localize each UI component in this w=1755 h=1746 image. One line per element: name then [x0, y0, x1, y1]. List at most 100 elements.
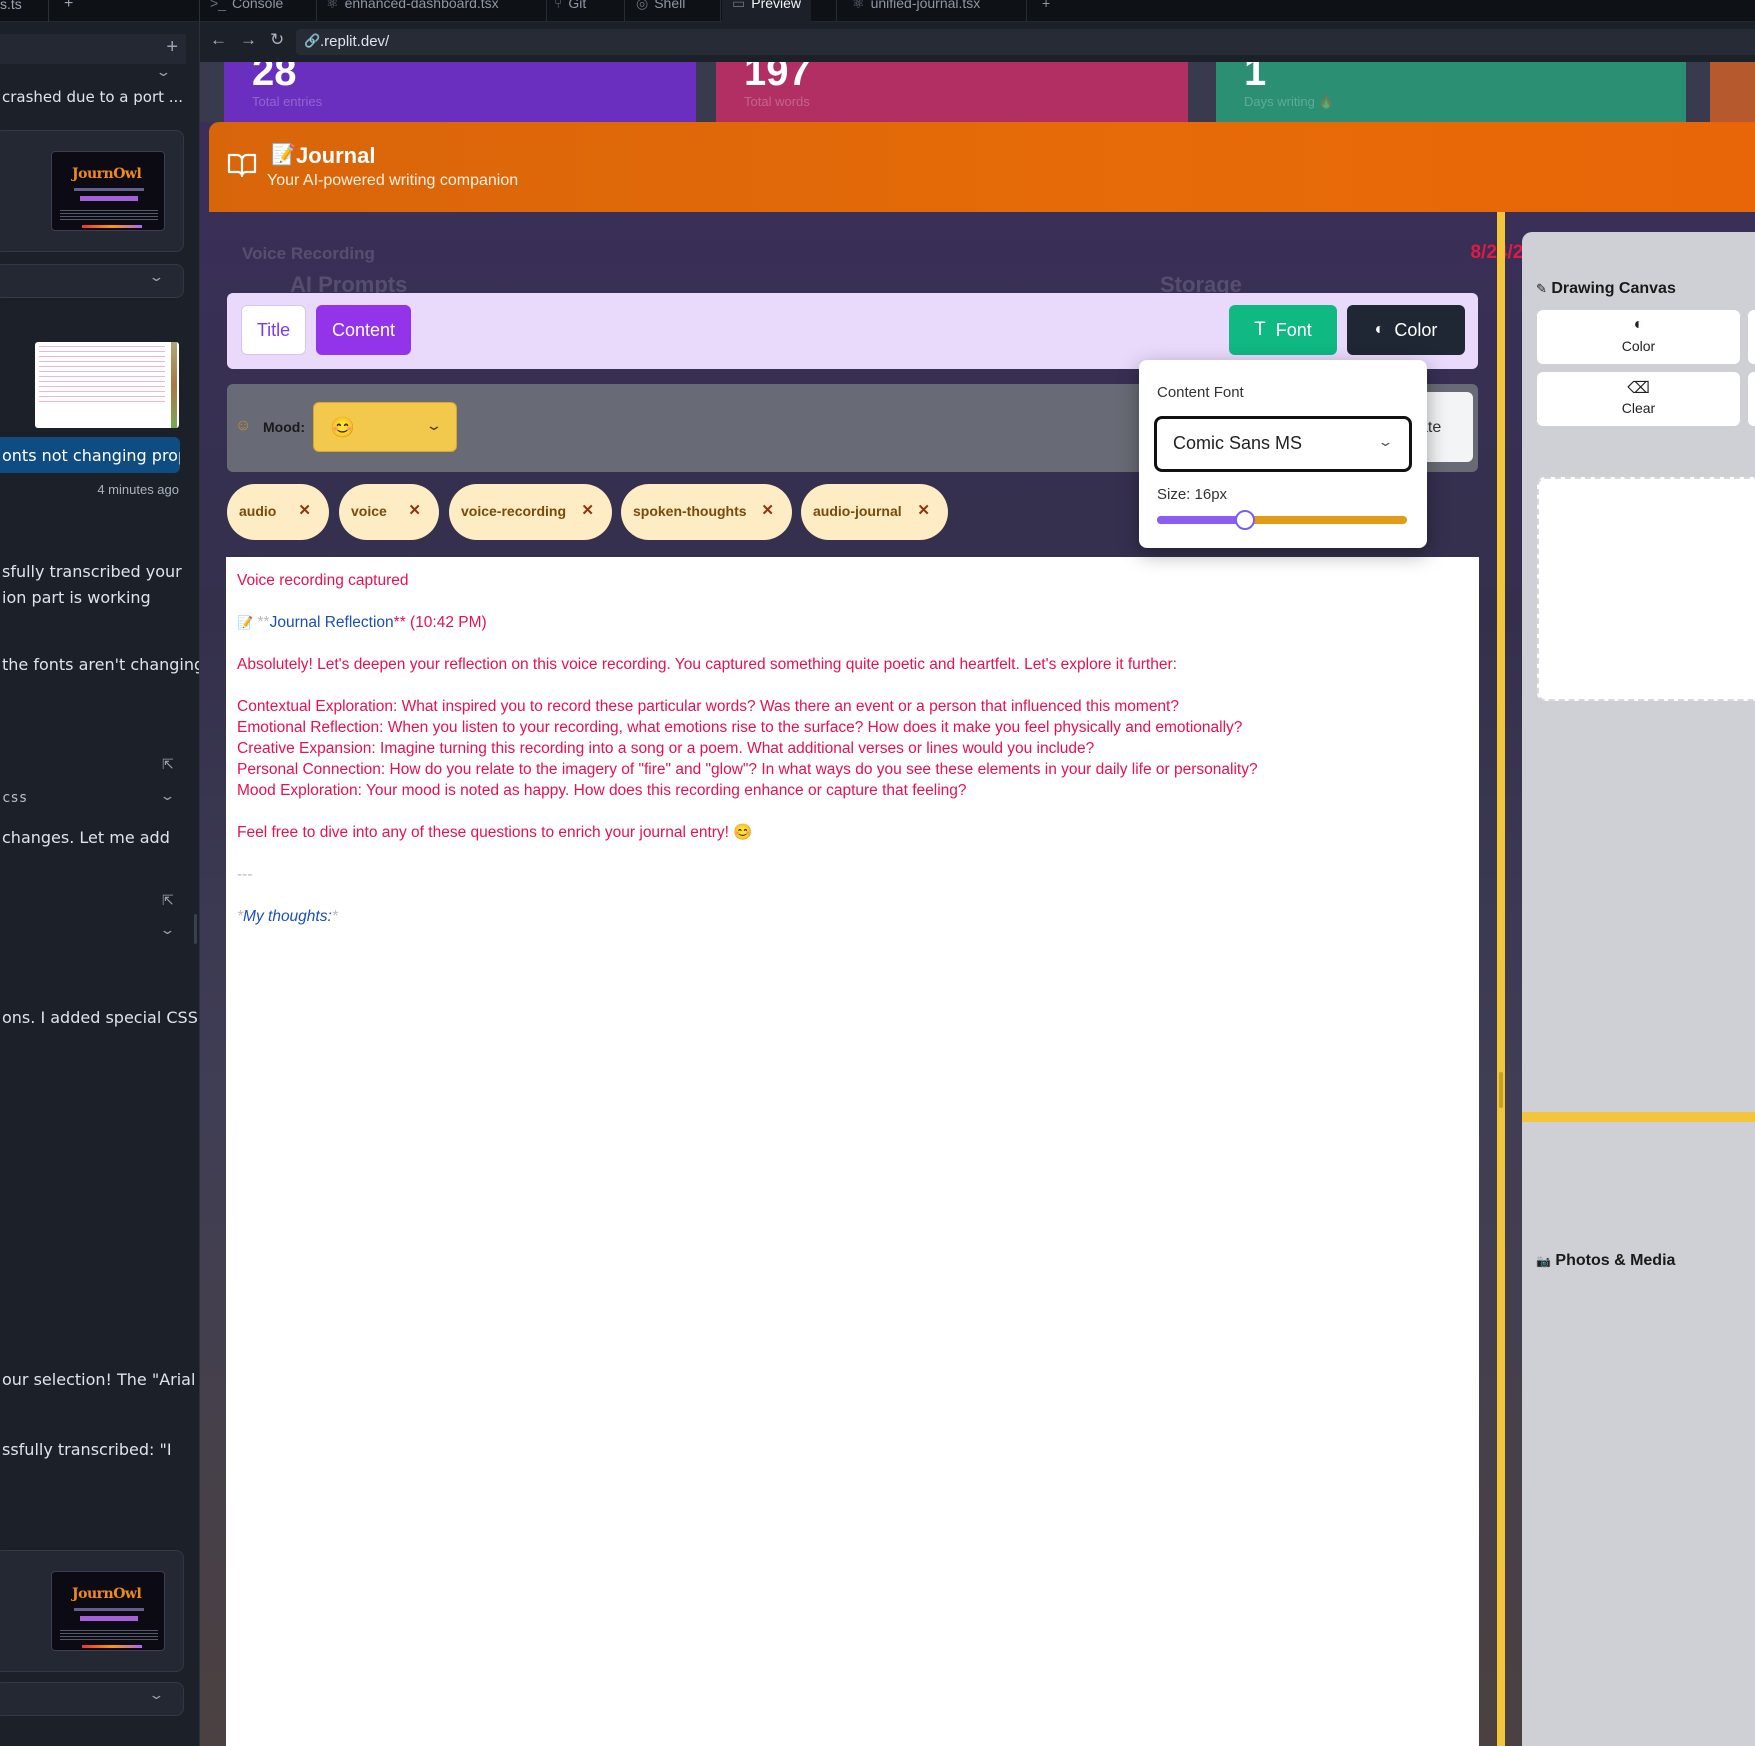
canvas-tool-button[interactable]: [1748, 310, 1755, 364]
screenshot-card[interactable]: JournOwl: [0, 1550, 184, 1672]
screenshot-thumbnail[interactable]: JournOwl: [51, 1571, 165, 1651]
tab-file-ts[interactable]: s.ts: [0, 0, 22, 12]
editor-line: Personal Connection: How do you relate t…: [237, 761, 1258, 778]
tag-label: spoken-thoughts: [633, 503, 747, 519]
remove-tag-icon[interactable]: ✕: [581, 501, 594, 519]
mood-select[interactable]: 😊 ⌄: [313, 402, 457, 452]
font-family-select[interactable]: Comic Sans MS ⌄: [1154, 416, 1412, 472]
tab-preview[interactable]: ▭ Preview: [722, 0, 812, 22]
tab-content[interactable]: Content: [316, 305, 411, 355]
tab-title[interactable]: Title: [241, 305, 306, 355]
chat-sidebar: s.ts + + ⌄ crashed due to a port ... Jou…: [0, 0, 200, 1746]
forward-arrow-icon[interactable]: →: [240, 30, 257, 50]
popover-title: Content Font: [1157, 384, 1244, 401]
color-button[interactable]: ◐ Color: [1347, 305, 1465, 355]
react-icon: ⚛: [852, 0, 865, 11]
chevron-down-icon: ⌄: [425, 417, 443, 433]
font-size-slider[interactable]: [1157, 510, 1407, 530]
remove-tag-icon[interactable]: ✕: [298, 501, 311, 519]
font-family-value: Comic Sans MS: [1173, 433, 1303, 453]
tag-chip: audio ✕: [227, 484, 329, 540]
editor-line: Voice recording captured: [237, 572, 409, 589]
collapsed-card[interactable]: ⌄: [0, 1682, 184, 1716]
editor-line: Emotional Reflection: When you listen to…: [237, 719, 1243, 736]
terminal-icon: >_: [210, 0, 226, 11]
screenshot-card[interactable]: JournOwl: [0, 130, 184, 252]
chevron-down-icon[interactable]: ⌄: [148, 1687, 164, 1703]
open-external-icon[interactable]: ⇱: [162, 892, 174, 909]
screenshot-thumbnail[interactable]: JournOwl: [51, 151, 165, 231]
sidebar-resize-handle[interactable]: [194, 914, 197, 944]
tag-label: voice: [351, 503, 387, 519]
monitor-icon: ▭: [732, 0, 746, 11]
resize-grip[interactable]: [1499, 1072, 1503, 1108]
editor-line: Feel free to dive into any of these ques…: [237, 824, 753, 841]
canvas-tool-button[interactable]: [1748, 372, 1755, 426]
reflection-heading: Journal Reflection: [269, 614, 394, 631]
journal-header: 📝 Journal Your AI-powered writing compan…: [209, 122, 1755, 212]
canvas-color-button[interactable]: ◐ Color: [1537, 310, 1740, 364]
url-text: .replit.dev/: [320, 33, 390, 50]
chevron-down-icon[interactable]: ⌄: [148, 269, 164, 285]
stat-label: Total words: [744, 94, 810, 109]
chat-item-crash[interactable]: crashed due to a port ...: [2, 88, 183, 106]
editor-line: Creative Expansion: Imagine turning this…: [237, 740, 1095, 757]
tab-enhanced-dashboard[interactable]: ⚛ enhanced-dashboard.tsx: [326, 0, 499, 17]
new-tab-plus-icon[interactable]: +: [1042, 0, 1050, 17]
tab-console[interactable]: >_ Console: [210, 0, 283, 17]
palette-icon: ◐: [1374, 321, 1385, 338]
link-icon: 🔗: [304, 33, 321, 48]
chevron-down-icon[interactable]: ⌄: [159, 922, 175, 938]
reload-icon[interactable]: ↻: [270, 30, 284, 50]
tag-chip: voice-recording ✕: [449, 484, 612, 540]
url-input[interactable]: 🔗 .replit.dev/: [296, 29, 1755, 55]
chat-message-text: ion part is working: [2, 588, 151, 607]
chevron-down-icon[interactable]: ⌄: [155, 64, 171, 80]
back-arrow-icon[interactable]: ←: [210, 30, 227, 50]
chevron-down-icon[interactable]: ⌄: [159, 788, 175, 804]
slider-thumb[interactable]: [1234, 510, 1255, 530]
open-external-icon[interactable]: ⇱: [162, 756, 174, 773]
tab-unified-journal[interactable]: ⚛ unified-journal.tsx: [852, 0, 980, 17]
git-branch-icon: ⑂: [554, 0, 563, 11]
tab-git[interactable]: ⑂ Git: [554, 0, 586, 17]
stat-card-extra: [1710, 62, 1755, 122]
remove-tag-icon[interactable]: ✕: [408, 501, 421, 519]
stat-card-entries: 28 Total entries: [224, 62, 696, 122]
memo-icon: 📝: [237, 615, 254, 630]
selected-message[interactable]: onts not changing proper: [0, 437, 180, 473]
new-chat-plus-icon[interactable]: +: [166, 36, 178, 59]
canvas-clear-button[interactable]: ⌫ Clear: [1537, 372, 1740, 426]
mood-label: Mood:: [263, 419, 305, 435]
chat-message-text: our selection! The "Arial: [2, 1370, 196, 1389]
chat-message-text: ssfully transcribed: "I: [2, 1440, 172, 1459]
panel-resize-handle[interactable]: [1497, 212, 1505, 1746]
new-tab-plus-icon[interactable]: +: [64, 0, 73, 13]
editor-line: 📝 **Journal Reflection** (10:42 PM): [237, 614, 487, 631]
tab-shell[interactable]: ◎ Shell: [636, 0, 685, 17]
mood-value: 😊: [330, 417, 355, 439]
editor-line: Mood Exploration: Your mood is noted as …: [237, 782, 967, 799]
page-title: Journal: [296, 143, 376, 168]
stat-value: 28: [252, 62, 297, 94]
file-label-css: css: [2, 790, 28, 806]
screenshot-thumbnail-light[interactable]: [35, 342, 179, 428]
journal-content-editor[interactable]: Voice recording captured 📝 **Journal Ref…: [226, 557, 1479, 1746]
page-subtitle: Your AI-powered writing companion: [267, 172, 519, 189]
remove-tag-icon[interactable]: ✕: [761, 501, 774, 519]
tag-chip: voice ✕: [339, 484, 439, 540]
font-size-label: Size: 16px: [1157, 486, 1228, 503]
font-button[interactable]: T Font: [1229, 305, 1337, 355]
stat-label: Total entries: [252, 94, 323, 109]
tag-chip: audio-journal ✕: [801, 484, 948, 540]
book-open-icon: [227, 153, 257, 178]
ghost-voice-recording: Voice Recording: [242, 244, 375, 263]
shell-icon: ◎: [636, 0, 649, 11]
drawing-canvas[interactable]: [1537, 477, 1755, 701]
chat-message-text: changes. Let me add: [2, 828, 170, 847]
stat-value: 1: [1244, 62, 1267, 94]
collapsed-card[interactable]: ⌄: [0, 264, 184, 298]
remove-tag-icon[interactable]: ✕: [917, 501, 930, 519]
camera-icon: 📷: [1536, 1254, 1551, 1268]
app-preview: 28 Total entries 197 Total words 1 Days …: [200, 62, 1755, 1746]
